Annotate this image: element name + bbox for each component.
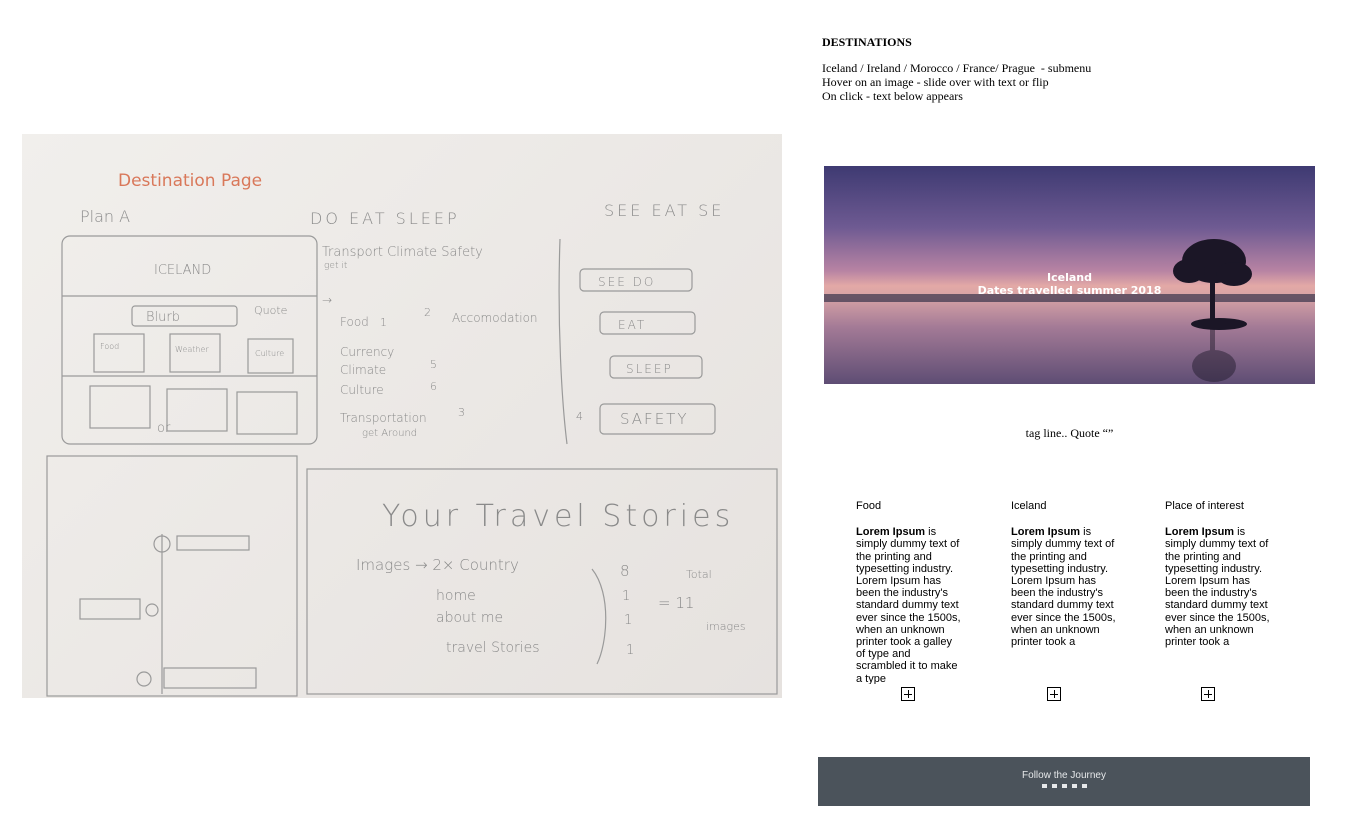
- svg-text:→: →: [322, 293, 332, 307]
- sketch-side-btn-1: SEE DO: [598, 275, 655, 289]
- sketch-list-number-1: 1: [380, 316, 387, 329]
- sketch-stories-total-eq: = 11: [658, 594, 694, 612]
- sketch-hero-label: ICELAND: [154, 263, 211, 278]
- column-food: Food Lorem Ipsum is simply dummy text of…: [856, 500, 962, 701]
- column-title: Place of interest: [1165, 500, 1244, 512]
- column-text: is simply dummy text of the printing and…: [1165, 526, 1270, 649]
- sketch-safety-number: 4: [576, 410, 583, 423]
- sketch-box-6: [236, 391, 298, 435]
- notes-line-hover: Hover on an image - slide over with text…: [822, 75, 1049, 89]
- column-lead: Lorem Ipsum: [1011, 526, 1081, 539]
- sketch-accommodation: Accomodation: [452, 311, 538, 325]
- sketch-stories-item-3: travel Stories: [446, 640, 540, 656]
- sketch-list-number-3: 6: [430, 380, 437, 393]
- column-body: Lorem Ipsum is simply dummy text of the …: [856, 526, 962, 684]
- sketch-box-4: [89, 385, 151, 429]
- facebook-icon[interactable]: [1041, 784, 1047, 788]
- person-icon[interactable]: [1061, 784, 1067, 788]
- youtube-icon[interactable]: [1081, 784, 1087, 788]
- sketch-or-note: or: [157, 421, 171, 436]
- hero-title: Iceland: [1047, 271, 1092, 284]
- column-lead: Lorem Ipsum: [1165, 526, 1235, 539]
- sketch-list-item-5: Transportation: [340, 411, 427, 425]
- sketch-stories-images-label: images: [706, 620, 746, 633]
- notes-line-click: On click - text below appears: [822, 89, 963, 103]
- instagram-icon[interactable]: [1051, 784, 1057, 788]
- sketch-list-number-4: 3: [458, 406, 465, 419]
- sketch-photo: Destination Page Plan A DO EAT SLEEP SEE…: [22, 134, 782, 698]
- sketch-title: Destination Page: [118, 171, 262, 191]
- expand-plus-icon[interactable]: [1201, 687, 1215, 701]
- sketch-list-note: get Around: [362, 428, 417, 439]
- twitter-icon[interactable]: [1071, 784, 1077, 788]
- sketch-btn-2: [599, 311, 696, 335]
- sketch-plan: Plan A: [80, 207, 130, 226]
- footer-title: Follow the Journey: [1022, 770, 1106, 781]
- sketch-subtabs-note: get it: [324, 261, 348, 271]
- sketch-box-1: [93, 333, 145, 373]
- sketch-list-item-1: Food: [340, 315, 369, 329]
- expand-plus-icon[interactable]: [1047, 687, 1061, 701]
- sketch-stories-count-3: 1: [624, 613, 632, 628]
- column-text: is simply dummy text of the printing and…: [856, 526, 961, 685]
- sketch-box-label-2: Weather: [175, 345, 209, 354]
- sketch-stories-title: Your Travel Stories: [382, 499, 734, 534]
- sketch-stories-count-2: 1: [622, 589, 630, 604]
- footer: Follow the Journey: [818, 757, 1310, 806]
- sketch-stories-item-2: about me: [436, 610, 503, 626]
- column-lead: Lorem Ipsum: [856, 526, 926, 539]
- sketch-stories-count-4: 1: [626, 643, 634, 658]
- hero-dates: Dates travelled summer 2018: [977, 284, 1162, 297]
- sketch-blurb-note: Quote: [254, 304, 287, 317]
- sketch-list-item-3: Climate: [340, 363, 386, 377]
- sketch-box-label-1: Food: [100, 342, 119, 351]
- sketch-list-item-4: Culture: [340, 383, 384, 397]
- sketch-side-btn-4: SAFETY: [620, 410, 689, 428]
- sketch-nav-primary: DO EAT SLEEP: [310, 209, 460, 228]
- notes-block: DESTINATIONS Iceland / Ireland / Morocco…: [822, 35, 1091, 103]
- hero-caption: Iceland Dates travelled summer 2018: [824, 271, 1315, 297]
- notes-title: DESTINATIONS: [822, 35, 912, 49]
- hero-image[interactable]: Iceland Dates travelled summer 2018: [824, 166, 1315, 384]
- sketch-list-number-2: 5: [430, 358, 437, 371]
- sketch-side-btn-3: SLEEP: [626, 362, 673, 376]
- sketch-stories-total-label: Total: [686, 568, 712, 581]
- sketch-blurb: Blurb: [146, 310, 180, 325]
- column-place-of-interest: Place of interest Lorem Ipsum is simply …: [1165, 500, 1271, 701]
- sketch-nav-alt: SEE EAT SE: [604, 201, 724, 220]
- tagline: tag line.. Quote “”: [1025, 426, 1114, 440]
- sketch-subtabs: Transport Climate Safety: [322, 245, 483, 260]
- sketch-stories-count-1: 8: [620, 562, 630, 580]
- column-iceland: Iceland Lorem Ipsum is simply dummy text…: [1011, 500, 1117, 701]
- expand-plus-icon[interactable]: [901, 687, 915, 701]
- sketch-accommodation-number: 2: [424, 306, 431, 319]
- social-icons: [818, 784, 1310, 788]
- column-body: Lorem Ipsum is simply dummy text of the …: [1165, 526, 1271, 684]
- sketch-box-5: [166, 388, 228, 432]
- sketch-timeline-box: [46, 455, 298, 697]
- sketch-list-item-2: Currency: [340, 345, 394, 359]
- sketch-side-btn-2: EAT: [618, 318, 646, 332]
- column-text: is simply dummy text of the printing and…: [1011, 526, 1116, 649]
- column-body: Lorem Ipsum is simply dummy text of the …: [1011, 526, 1117, 684]
- sketch-box-label-3: Culture: [255, 349, 284, 358]
- column-title: Food: [856, 500, 882, 512]
- sketch-stories-images: Images → 2× Country: [356, 556, 519, 574]
- notes-line-submenu: Iceland / Ireland / Morocco / France/ Pr…: [822, 61, 1092, 75]
- column-title: Iceland: [1011, 500, 1047, 512]
- sketch-stories-item-1: home: [436, 588, 476, 604]
- sketch-drawing: Destination Page Plan A DO EAT SLEEP SEE…: [46, 171, 778, 697]
